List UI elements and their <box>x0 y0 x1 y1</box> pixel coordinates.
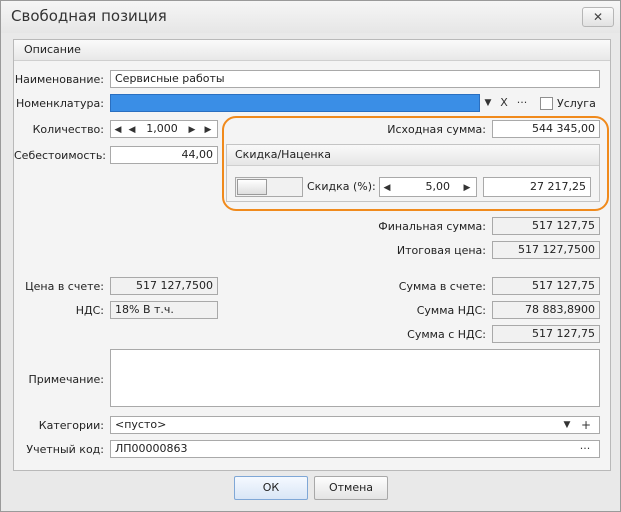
description-group: Описание Наименование: Сервисные работы … <box>13 39 611 471</box>
account-code-more-button[interactable]: ··· <box>577 441 593 457</box>
source-sum-label: Исходная сумма: <box>387 123 486 136</box>
quantity-stepper[interactable]: ◀ ◀ 1,000 ▶ ▶ <box>110 120 218 138</box>
discount-panel: Скидка/Наценка Скидка (%): ◀ 5,00 ▶ 27 2… <box>226 144 600 202</box>
close-button[interactable]: ✕ <box>582 7 614 27</box>
categories-dropdown-icon[interactable]: ▼ <box>561 417 573 433</box>
final-sum-field: 517 127,75 <box>492 217 600 235</box>
quantity-label: Количество: <box>32 123 104 136</box>
cancel-button[interactable]: Отмена <box>314 476 388 500</box>
ok-button[interactable]: ОК <box>234 476 308 500</box>
discount-decrease-icon[interactable]: ◀ <box>382 179 392 196</box>
note-label: Примечание: <box>28 373 104 386</box>
dialog-window: Свободная позиция ✕ Описание Наименовани… <box>0 0 621 512</box>
account-code-value: ЛП00000863 <box>115 442 188 455</box>
quantity-next-icon[interactable]: ▶ <box>187 121 197 137</box>
quantity-last-icon[interactable]: ▶ <box>203 121 213 137</box>
discount-toggle-thumb[interactable] <box>237 179 267 195</box>
discount-panel-title: Скидка/Наценка <box>235 148 332 161</box>
vat-field: 18% В т.ч. <box>110 301 218 319</box>
nomenclature-dropdown-icon[interactable]: ▼ <box>482 94 494 112</box>
source-sum-field[interactable]: 544 345,00 <box>492 120 600 138</box>
categories-value: <пусто> <box>115 418 167 431</box>
name-label: Наименование: <box>14 73 104 86</box>
service-checkbox[interactable] <box>540 97 553 110</box>
nomenclature-field[interactable] <box>110 94 480 112</box>
vat-sum-field: 78 883,8900 <box>492 301 600 319</box>
invoice-sum-field: 517 127,75 <box>492 277 600 295</box>
discount-label: Скидка (%): <box>307 180 376 193</box>
quantity-value: 1,000 <box>146 122 178 135</box>
cost-label: Себестоимость: <box>14 149 107 162</box>
nomenclature-label: Номенклатура: <box>15 97 104 110</box>
categories-field[interactable]: <пусто> ▼ + <box>110 416 600 434</box>
total-price-label: Итоговая цена: <box>396 244 486 257</box>
cost-field[interactable]: 44,00 <box>110 146 218 164</box>
quantity-prev-icon[interactable]: ◀ <box>127 121 137 137</box>
invoice-price-label: Цена в счете: <box>25 280 104 293</box>
invoice-sum-label: Сумма в счете: <box>398 280 486 293</box>
quantity-first-icon[interactable]: ◀ <box>113 121 123 137</box>
invoice-price-field: 517 127,7500 <box>110 277 218 295</box>
categories-label: Категории: <box>38 419 104 432</box>
account-code-field[interactable]: ЛП00000863 ··· <box>110 440 600 458</box>
title-bar: Свободная позиция ✕ <box>1 1 620 33</box>
vat-label: НДС: <box>75 304 104 317</box>
account-code-label: Учетный код: <box>26 443 104 456</box>
vat-sum-label: Сумма НДС: <box>416 304 486 317</box>
group-header: Описание <box>14 40 610 61</box>
sum-with-vat-label: Сумма с НДС: <box>407 328 486 341</box>
sum-with-vat-field: 517 127,75 <box>492 325 600 343</box>
nomenclature-clear-button[interactable]: X <box>498 94 510 112</box>
group-title: Описание <box>24 43 81 56</box>
service-label: Услуга <box>557 97 596 110</box>
discount-panel-header: Скидка/Наценка <box>227 145 599 166</box>
categories-add-button[interactable]: + <box>579 417 593 433</box>
discount-increase-icon[interactable]: ▶ <box>462 179 472 196</box>
window-title: Свободная позиция <box>11 7 167 25</box>
discount-percent-stepper[interactable]: ◀ 5,00 ▶ <box>379 177 477 197</box>
total-price-field: 517 127,7500 <box>492 241 600 259</box>
discount-amount-field[interactable]: 27 217,25 <box>483 177 591 197</box>
name-field[interactable]: Сервисные работы <box>110 70 600 88</box>
final-sum-label: Финальная сумма: <box>378 220 486 233</box>
close-icon: ✕ <box>592 10 604 24</box>
nomenclature-more-button[interactable]: ··· <box>514 94 530 112</box>
discount-percent-value: 5,00 <box>425 180 451 193</box>
note-textarea[interactable] <box>110 349 600 407</box>
